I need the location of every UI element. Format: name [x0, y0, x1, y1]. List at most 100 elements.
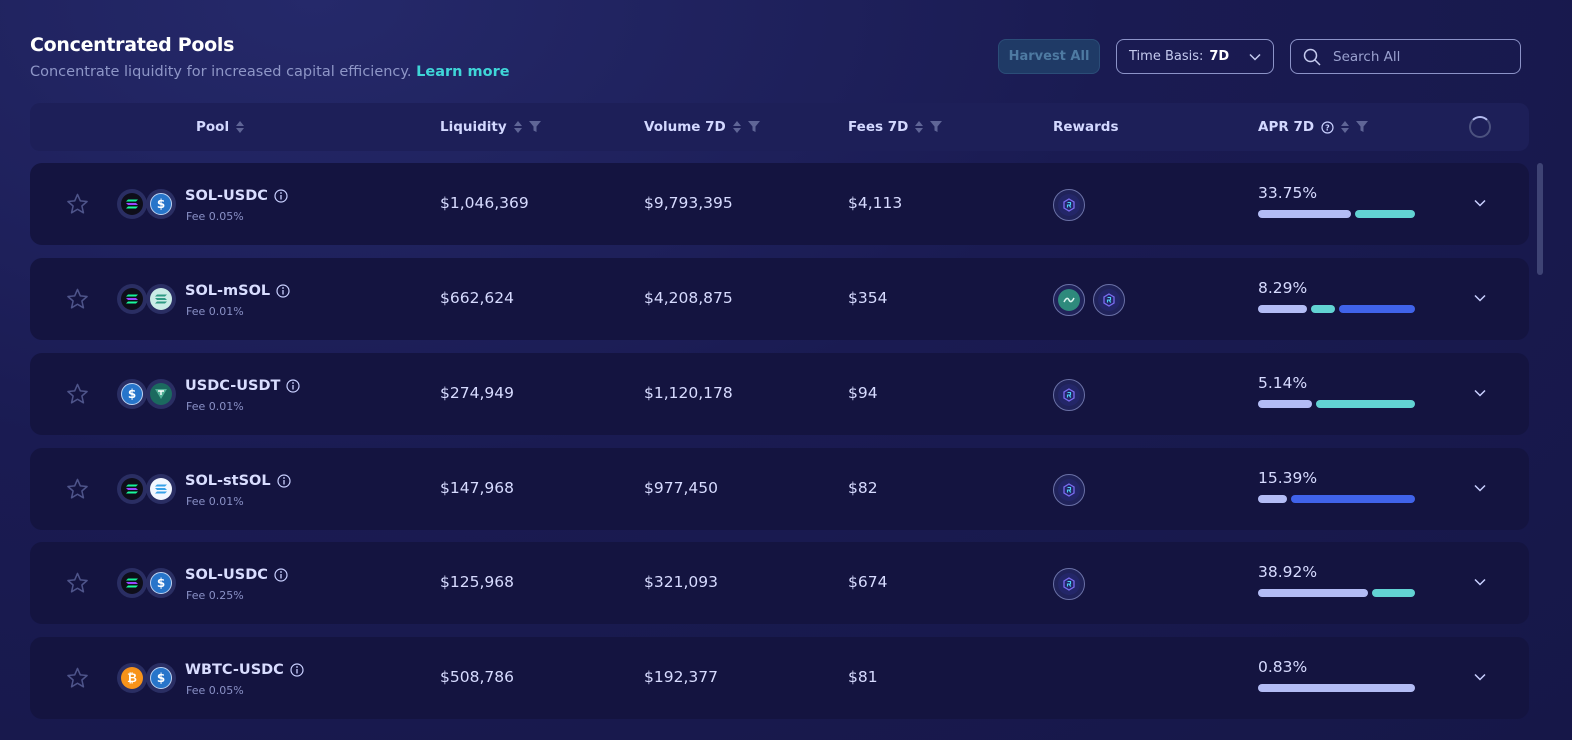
- filter-icon[interactable]: [1356, 121, 1369, 133]
- subtitle-text: Concentrate liquidity for increased capi…: [30, 64, 412, 80]
- chevron-down-icon[interactable]: [1473, 293, 1487, 303]
- filter-icon[interactable]: [528, 121, 541, 133]
- svg-text:?: ?: [1325, 123, 1330, 132]
- chevron-down-icon[interactable]: [1473, 388, 1487, 398]
- chevron-down-icon[interactable]: [1473, 198, 1487, 208]
- apr-breakdown-bar[interactable]: [1258, 210, 1415, 218]
- search-box[interactable]: [1290, 39, 1521, 74]
- apr-value: 15.39%: [1258, 469, 1318, 487]
- apr-breakdown-bar[interactable]: [1258, 495, 1415, 503]
- pool-name[interactable]: SOL-USDC: [185, 188, 288, 204]
- refresh-spinner-icon[interactable]: [1469, 116, 1491, 138]
- apr-segment-fees: [1258, 210, 1352, 218]
- info-icon[interactable]: [274, 568, 288, 582]
- info-icon[interactable]: [276, 284, 290, 298]
- col-pool-label: Pool: [196, 119, 230, 135]
- ray-icon[interactable]: [1053, 379, 1085, 411]
- mnde-icon[interactable]: [1053, 284, 1085, 316]
- col-liquidity[interactable]: Liquidity: [440, 103, 541, 151]
- col-pool[interactable]: Pool: [196, 103, 245, 151]
- pool-name-label: SOL-stSOL: [185, 473, 271, 489]
- chevron-down-icon[interactable]: [1473, 483, 1487, 493]
- volume-value: $977,450: [644, 479, 718, 497]
- sort-icon[interactable]: [236, 121, 245, 133]
- usdc-icon: $: [146, 663, 176, 693]
- favorite-star-icon[interactable]: [66, 288, 89, 310]
- apr-value: 0.83%: [1258, 658, 1308, 676]
- pool-name[interactable]: WBTC-USDC: [185, 662, 304, 678]
- sol-icon: [117, 474, 147, 504]
- favorite-star-icon[interactable]: [66, 667, 89, 689]
- chevron-down-icon: [1249, 53, 1261, 61]
- col-volume[interactable]: Volume 7D: [644, 103, 760, 151]
- scrollbar[interactable]: [1537, 163, 1543, 275]
- sort-icon[interactable]: [513, 121, 522, 133]
- sort-icon[interactable]: [1341, 121, 1350, 133]
- usdt-icon: [146, 379, 176, 409]
- pool-name[interactable]: SOL-stSOL: [185, 473, 291, 489]
- pool-row[interactable]: $ SOL-USDC Fee 0.25% $125,968 $321,093 $674 3…: [30, 542, 1529, 624]
- time-basis-label: Time Basis:: [1129, 49, 1204, 64]
- apr-breakdown-bar[interactable]: [1258, 589, 1415, 597]
- chevron-down-icon[interactable]: [1473, 577, 1487, 587]
- sol-icon: [117, 568, 147, 598]
- pool-name[interactable]: SOL-USDC: [185, 567, 288, 583]
- ray-icon[interactable]: [1053, 568, 1085, 600]
- pool-row[interactable]: ₿ $ WBTC-USDC Fee 0.05% $508,786 $192,377 $81…: [30, 637, 1529, 719]
- sol-icon: [117, 284, 147, 314]
- apr-breakdown-bar[interactable]: [1258, 305, 1415, 313]
- apr-segment-reward: [1315, 400, 1415, 408]
- pool-row[interactable]: SOL-mSOL Fee 0.01% $662,624 $4,208,875 $354…: [30, 258, 1529, 340]
- apr-value: 38.92%: [1258, 563, 1318, 581]
- sort-icon[interactable]: [732, 121, 741, 133]
- search-input[interactable]: [1333, 48, 1503, 65]
- pool-name[interactable]: SOL-mSOL: [185, 283, 290, 299]
- apr-breakdown-bar[interactable]: [1258, 684, 1415, 692]
- time-basis-select[interactable]: Time Basis: 7D: [1116, 39, 1274, 74]
- apr-segment-fees: [1258, 305, 1308, 313]
- harvest-all-button[interactable]: Harvest All: [998, 39, 1100, 74]
- col-rewards-label: Rewards: [1053, 119, 1119, 135]
- info-icon[interactable]: [277, 474, 291, 488]
- apr-segment-fees: [1258, 684, 1415, 692]
- col-apr[interactable]: APR 7D ?: [1258, 103, 1369, 151]
- favorite-star-icon[interactable]: [66, 383, 89, 405]
- liquidity-value: $662,624: [440, 289, 514, 307]
- search-icon: [1303, 48, 1321, 66]
- learn-more-link[interactable]: Learn more: [416, 64, 509, 80]
- fees-value: $674: [848, 573, 888, 591]
- apr-breakdown-bar[interactable]: [1258, 400, 1415, 408]
- ray-icon[interactable]: [1053, 189, 1085, 221]
- apr-segment-reward: [1372, 589, 1415, 597]
- pool-name-label: SOL-USDC: [185, 567, 268, 583]
- ray-icon[interactable]: [1093, 284, 1125, 316]
- col-fees[interactable]: Fees 7D: [848, 103, 943, 151]
- pool-row[interactable]: $ USDC-USDT Fee 0.01% $274,949 $1,120,178 $9…: [30, 353, 1529, 435]
- pool-name-label: SOL-mSOL: [185, 283, 271, 299]
- help-icon[interactable]: ?: [1321, 120, 1334, 134]
- pool-row[interactable]: $ SOL-USDC Fee 0.05% $1,046,369 $9,793,395 $…: [30, 163, 1529, 245]
- usdc-icon: $: [146, 568, 176, 598]
- pool-row[interactable]: SOL-stSOL Fee 0.01% $147,968 $977,450 $82 15…: [30, 448, 1529, 530]
- pool-fee: Fee 0.05%: [186, 210, 244, 223]
- col-fees-label: Fees 7D: [848, 119, 909, 135]
- pool-fee: Fee 0.01%: [186, 495, 244, 508]
- favorite-star-icon[interactable]: [66, 572, 89, 594]
- chevron-down-icon[interactable]: [1473, 672, 1487, 682]
- page-header: Concentrated Pools Concentrate liquidity…: [30, 34, 510, 80]
- info-icon[interactable]: [290, 663, 304, 677]
- favorite-star-icon[interactable]: [66, 478, 89, 500]
- info-icon[interactable]: [274, 189, 288, 203]
- filter-icon[interactable]: [747, 121, 760, 133]
- filter-icon[interactable]: [930, 121, 943, 133]
- pool-name[interactable]: USDC-USDT: [185, 378, 300, 394]
- info-icon[interactable]: [286, 379, 300, 393]
- sol-icon: [117, 189, 147, 219]
- apr-segment-fees: [1258, 400, 1312, 408]
- favorite-star-icon[interactable]: [66, 193, 89, 215]
- usdc-icon: $: [146, 189, 176, 219]
- ray-icon[interactable]: [1053, 474, 1085, 506]
- sort-icon[interactable]: [915, 121, 924, 133]
- apr-segment-reward: [1338, 305, 1415, 313]
- toolbar: Harvest All Time Basis: 7D: [998, 39, 1521, 74]
